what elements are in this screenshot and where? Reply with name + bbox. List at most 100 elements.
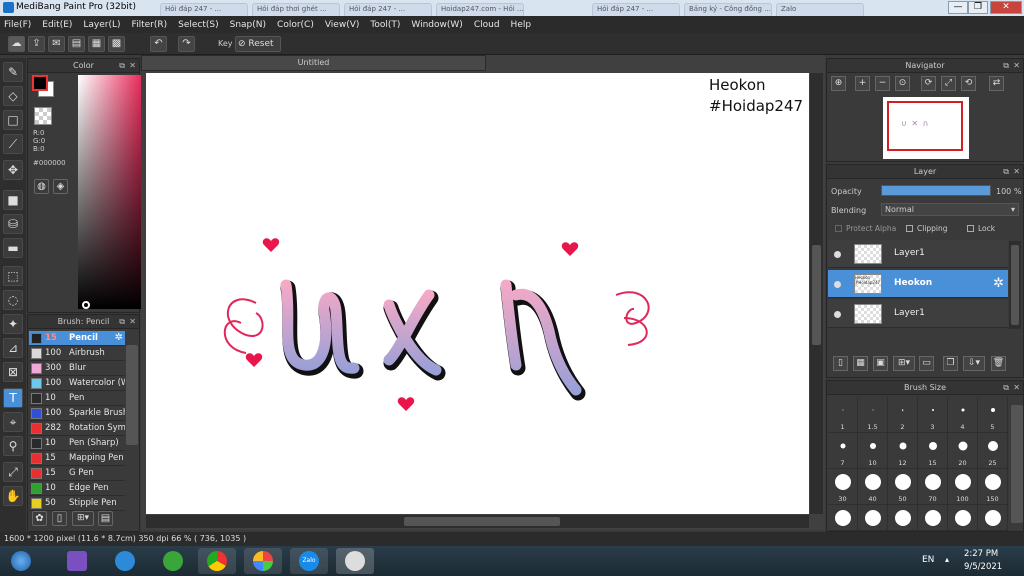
gear-icon[interactable]: ✲ bbox=[993, 276, 1004, 291]
brush-size-cell[interactable] bbox=[948, 505, 978, 531]
brush-item[interactable]: 10 Pen (Sharp) bbox=[29, 436, 125, 451]
flip-icon[interactable]: ⇄ bbox=[989, 76, 1004, 91]
undo-icon[interactable]: ↶ bbox=[150, 36, 167, 52]
menu-cloud[interactable]: Cloud bbox=[474, 20, 500, 30]
horizontal-scroll-thumb[interactable] bbox=[404, 517, 560, 526]
brush-size-cell[interactable]: 2 bbox=[888, 397, 918, 433]
text-tool-icon[interactable]: T bbox=[3, 388, 23, 408]
zoom-out-icon[interactable]: − bbox=[875, 76, 890, 91]
vertical-scroll-thumb[interactable] bbox=[812, 245, 821, 345]
brush-item[interactable]: 100 Watercolor (W bbox=[29, 376, 125, 391]
visibility-toggle-icon[interactable] bbox=[834, 311, 841, 318]
brush-item[interactable]: 300 Blur bbox=[29, 361, 125, 376]
protect-alpha-checkbox[interactable] bbox=[835, 225, 842, 232]
trash-icon[interactable]: 🗑 bbox=[991, 356, 1006, 371]
background-tab[interactable]: Hỏi đáp 247 - ... bbox=[592, 3, 680, 16]
brush-size-cell[interactable]: 12 bbox=[888, 433, 918, 469]
brush-size-cell[interactable]: 30 bbox=[828, 469, 858, 505]
reset-view-icon[interactable]: ⟲ bbox=[961, 76, 976, 91]
blending-select[interactable]: Normal ▾ bbox=[881, 203, 1019, 216]
dropper-icon[interactable]: ⤢ bbox=[3, 462, 23, 482]
clock-time[interactable]: 2:27 PM bbox=[964, 549, 998, 559]
taskbar-zalo[interactable]: Zalo bbox=[290, 548, 328, 574]
popout-icon[interactable]: ⧉ bbox=[119, 315, 125, 328]
brush-size-cell[interactable]: 1 bbox=[828, 397, 858, 433]
brush-size-cell[interactable] bbox=[858, 505, 888, 531]
taskbar-medibang[interactable] bbox=[336, 548, 374, 574]
comment-icon[interactable]: ▤ bbox=[68, 36, 85, 52]
taskbar-ie[interactable] bbox=[106, 548, 144, 574]
drawing-canvas[interactable]: Heokon #Hoidap247 bbox=[146, 73, 809, 514]
menu-file[interactable]: File(F) bbox=[4, 20, 31, 30]
brush-size-cell[interactable]: 1.5 bbox=[858, 397, 888, 433]
lock-checkbox[interactable] bbox=[967, 225, 974, 232]
brush-size-cell[interactable]: 100 bbox=[948, 469, 978, 505]
line-tool-icon[interactable]: ⟋ bbox=[3, 134, 23, 154]
rotate-icon[interactable]: ⟳ bbox=[921, 76, 936, 91]
background-tab[interactable]: Hoidap247.com - Hỏi ... bbox=[436, 3, 524, 16]
brush-size-cell[interactable]: 70 bbox=[918, 469, 948, 505]
panel-close-icon[interactable]: ✕ bbox=[1013, 165, 1020, 178]
brush-size-cell[interactable]: 4 bbox=[948, 397, 978, 433]
brush-size-cell[interactable]: 3 bbox=[918, 397, 948, 433]
brush-size-cell[interactable]: 40 bbox=[858, 469, 888, 505]
taskbar-app[interactable] bbox=[244, 548, 282, 574]
menu-select[interactable]: Select(S) bbox=[178, 20, 219, 30]
gradient-tool-icon[interactable]: ▬ bbox=[3, 238, 23, 258]
brush-size-cell[interactable] bbox=[828, 505, 858, 531]
brush-tool-icon[interactable]: ✎ bbox=[3, 62, 23, 82]
grid-icon[interactable]: ▩ bbox=[108, 36, 125, 52]
menu-help[interactable]: Help bbox=[511, 20, 532, 30]
brush-item[interactable]: 100 Airbrush bbox=[29, 346, 125, 361]
brush-size-cell[interactable] bbox=[978, 505, 1008, 531]
color-history-icon[interactable]: ◈ bbox=[53, 179, 68, 194]
menu-layer[interactable]: Layer(L) bbox=[83, 20, 120, 30]
brush-size-cell[interactable]: 25 bbox=[978, 433, 1008, 469]
popout-icon[interactable]: ⧉ bbox=[1003, 59, 1009, 72]
layer-row[interactable]: Layer1 bbox=[828, 240, 1008, 268]
menu-view[interactable]: View(V) bbox=[325, 20, 360, 30]
select-tool-icon[interactable]: ⬚ bbox=[3, 266, 23, 286]
taskbar-coccoc[interactable] bbox=[154, 548, 192, 574]
clipping-checkbox[interactable] bbox=[906, 225, 913, 232]
popout-icon[interactable]: ⧉ bbox=[1003, 165, 1009, 178]
menu-edit[interactable]: Edit(E) bbox=[42, 20, 72, 30]
popout-icon[interactable]: ⧉ bbox=[119, 59, 125, 72]
primary-color-swatch[interactable] bbox=[32, 75, 48, 91]
brush-size-cell[interactable]: 20 bbox=[948, 433, 978, 469]
fill-square-icon[interactable]: ■ bbox=[3, 190, 23, 210]
menu-snap[interactable]: Snap(N) bbox=[230, 20, 266, 30]
opacity-slider[interactable] bbox=[881, 185, 991, 196]
background-tab[interactable]: Bảng ký - Công đồng ... bbox=[684, 3, 772, 16]
select-pen-icon[interactable]: ⊿ bbox=[3, 338, 23, 358]
add-layer-menu-icon[interactable]: ⊞▾ bbox=[893, 356, 915, 371]
background-tab[interactable]: Hỏi đáp 247 - ... bbox=[160, 3, 248, 16]
select-eraser-icon[interactable]: ⊠ bbox=[3, 362, 23, 382]
menu-filter[interactable]: Filter(R) bbox=[132, 20, 168, 30]
new-brush-icon[interactable]: ▯ bbox=[52, 511, 67, 526]
saturation-value-picker[interactable] bbox=[78, 75, 148, 309]
minimize-button[interactable]: — bbox=[948, 1, 968, 14]
panel-close-icon[interactable]: ✕ bbox=[129, 315, 136, 328]
fit-window-icon[interactable]: ⤢ bbox=[941, 76, 956, 91]
lasso-tool-icon[interactable]: ◌ bbox=[3, 290, 23, 310]
palette-icon[interactable]: ◍ bbox=[34, 179, 49, 194]
panel-close-icon[interactable]: ✕ bbox=[1013, 59, 1020, 72]
brush-list-scrollbar[interactable] bbox=[126, 345, 138, 445]
layer-scroll-thumb[interactable] bbox=[1011, 245, 1019, 325]
folder-icon[interactable]: ▭ bbox=[919, 356, 934, 371]
new-layer-icon[interactable]: ▯ bbox=[833, 356, 848, 371]
redo-icon[interactable]: ↷ bbox=[178, 36, 195, 52]
panel-close-icon[interactable]: ✕ bbox=[1013, 381, 1020, 394]
cloud-icon[interactable]: ☁ bbox=[8, 36, 25, 52]
brush-item[interactable]: 15 Pencil ✲ bbox=[29, 331, 125, 346]
share-icon[interactable]: ⇪ bbox=[28, 36, 45, 52]
navigator-preview[interactable]: ∪ ✕ ∩ bbox=[883, 97, 969, 159]
visibility-toggle-icon[interactable] bbox=[834, 281, 841, 288]
document-icon[interactable]: ▦ bbox=[88, 36, 105, 52]
brush-item[interactable]: 10 Edge Pen bbox=[29, 481, 125, 496]
zoom-in-icon[interactable]: + bbox=[855, 76, 870, 91]
sv-cursor[interactable] bbox=[82, 301, 90, 309]
transparent-color-swatch[interactable] bbox=[34, 107, 52, 125]
brush-item[interactable]: 10 Pen bbox=[29, 391, 125, 406]
